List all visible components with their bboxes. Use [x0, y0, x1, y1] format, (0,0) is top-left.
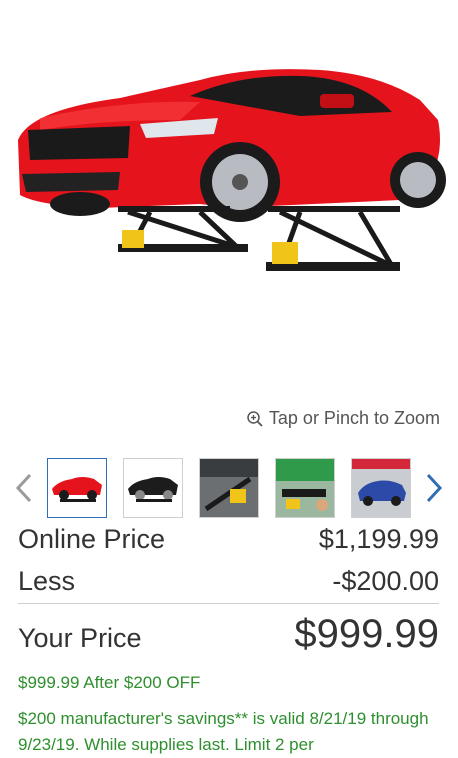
thumbnail-lift-green[interactable]	[275, 458, 335, 518]
your-price-label: Your Price	[18, 623, 142, 653]
product-image[interactable]	[0, 0, 458, 400]
zoom-in-icon	[247, 410, 263, 427]
discount-label: Less	[18, 566, 76, 596]
thumbnail-red-car[interactable]	[47, 458, 107, 518]
red-car-thumbnail-image	[52, 477, 102, 502]
zoom-hint-label: Tap or Pinch to Zoom	[268, 408, 440, 428]
zoom-hint: Tap or Pinch to Zoom	[247, 408, 440, 429]
thumbnail-black-car[interactable]	[123, 458, 183, 518]
thumbnail-carousel	[0, 456, 458, 522]
discount-row: Less -$200.00	[18, 566, 439, 597]
promo-details: $200 manufacturer's savings** is valid 8…	[18, 709, 429, 754]
online-price-value: $1,199.99	[318, 524, 439, 554]
your-price-row: Your Price $999.99	[18, 612, 439, 657]
price-divider	[18, 603, 439, 604]
lift-green-thumbnail-image	[276, 459, 334, 517]
carousel-next-button[interactable]	[420, 468, 448, 508]
thumbnail-lift-detail[interactable]	[199, 458, 259, 518]
your-price-value: $999.99	[294, 612, 439, 656]
thumbnail-blue-car[interactable]	[351, 458, 411, 518]
chevron-right-icon	[426, 473, 443, 503]
black-car-thumbnail-image	[128, 477, 178, 502]
blue-car-thumbnail-image	[352, 459, 410, 517]
carousel-prev-button[interactable]	[10, 468, 38, 508]
lift-detail-thumbnail-image	[200, 459, 258, 517]
promo-headline: $999.99 After $200 OFF	[18, 673, 201, 692]
chevron-left-icon	[15, 473, 32, 503]
car-on-lift-illustration	[18, 69, 446, 271]
online-price-row: Online Price $1,199.99	[18, 524, 439, 555]
online-price-label: Online Price	[18, 524, 166, 554]
discount-value: -$200.00	[332, 566, 439, 596]
